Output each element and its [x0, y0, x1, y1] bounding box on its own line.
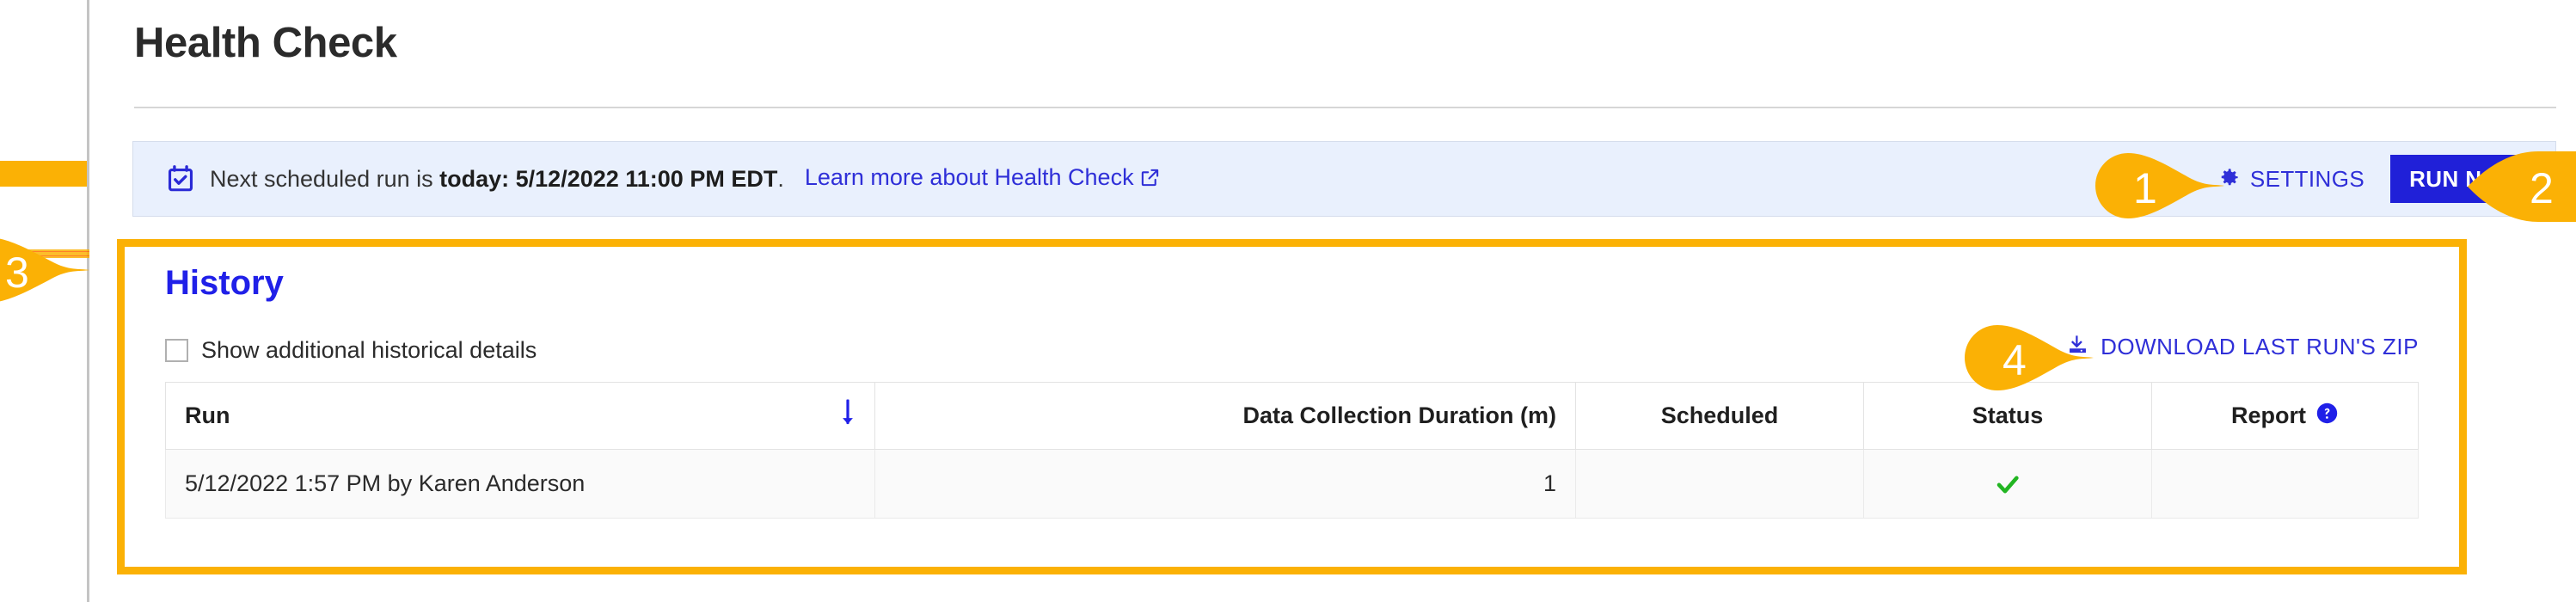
- download-label: DOWNLOAD LAST RUN'S ZIP: [2101, 333, 2419, 359]
- settings-button[interactable]: SETTINGS: [2214, 161, 2368, 198]
- callout-marker-1: 1: [2095, 153, 2224, 218]
- cell-report: [2151, 449, 2419, 519]
- column-header-report[interactable]: Report: [2151, 382, 2419, 450]
- sidebar-highlight-band: [0, 161, 87, 187]
- table-header-row: Run Data Collection Duration (m) Schedul…: [165, 382, 2419, 450]
- external-link-icon: [1140, 167, 1160, 194]
- history-section: History Show additional historical detai…: [117, 239, 2467, 574]
- callout-marker-3: 3: [0, 237, 89, 303]
- cell-duration: 1: [874, 449, 1576, 519]
- cell-run: 5/12/2022 1:57 PM by Karen Anderson: [165, 449, 875, 519]
- show-additional-details-label: Show additional historical details: [201, 337, 537, 363]
- title-divider: [134, 107, 2556, 108]
- show-additional-details-row[interactable]: Show additional historical details: [165, 337, 537, 364]
- callout-marker-4: 4: [1965, 325, 2094, 390]
- table-body: 5/12/2022 1:57 PM by Karen Anderson 1: [165, 449, 2419, 519]
- column-header-report-label: Report: [2231, 402, 2306, 428]
- callout-marker-4-number: 4: [2003, 336, 2027, 384]
- history-table: Run Data Collection Duration (m) Schedul…: [165, 382, 2419, 519]
- notification-text-suffix: .: [777, 165, 784, 192]
- notification-message-group: Next scheduled run is today: 5/12/2022 1…: [166, 142, 1160, 216]
- table-row[interactable]: 5/12/2022 1:57 PM by Karen Anderson 1: [165, 449, 2419, 519]
- main-content: Health Check Next scheduled run is today…: [92, 0, 2576, 602]
- sort-descending-arrow-icon[interactable]: [838, 398, 857, 433]
- notification-text: Next scheduled run is today: 5/12/2022 1…: [210, 166, 784, 193]
- column-header-duration[interactable]: Data Collection Duration (m): [874, 382, 1576, 450]
- column-header-run[interactable]: Run: [165, 382, 875, 450]
- notification-text-bold: today: 5/12/2022 11:00 PM EDT: [439, 165, 778, 192]
- column-header-run-label: Run: [185, 402, 230, 428]
- learn-more-link[interactable]: Learn more about Health Check: [805, 164, 1160, 194]
- cell-status: [1863, 449, 2152, 519]
- settings-label: SETTINGS: [2249, 165, 2365, 192]
- green-check-icon: [1883, 470, 2132, 498]
- cell-scheduled: [1575, 449, 1864, 519]
- calendar-check-icon: [166, 163, 195, 194]
- show-additional-details-checkbox[interactable]: [165, 339, 188, 362]
- notification-text-prefix: Next scheduled run is: [210, 165, 440, 192]
- help-circle-icon[interactable]: [2315, 402, 2339, 431]
- history-heading: History: [165, 264, 284, 302]
- download-last-runs-zip-link[interactable]: DOWNLOAD LAST RUN'S ZIP: [2066, 333, 2419, 360]
- callout-marker-3-number: 3: [5, 249, 29, 297]
- column-header-status[interactable]: Status: [1863, 382, 2152, 450]
- callout-marker-2: 2: [2468, 151, 2576, 222]
- callout-marker-2-number: 2: [2530, 164, 2554, 212]
- callout-marker-1-number: 1: [2133, 164, 2157, 212]
- page-title: Health Check: [134, 20, 397, 66]
- learn-more-label: Learn more about Health Check: [804, 164, 1134, 190]
- column-header-scheduled[interactable]: Scheduled: [1575, 382, 1864, 450]
